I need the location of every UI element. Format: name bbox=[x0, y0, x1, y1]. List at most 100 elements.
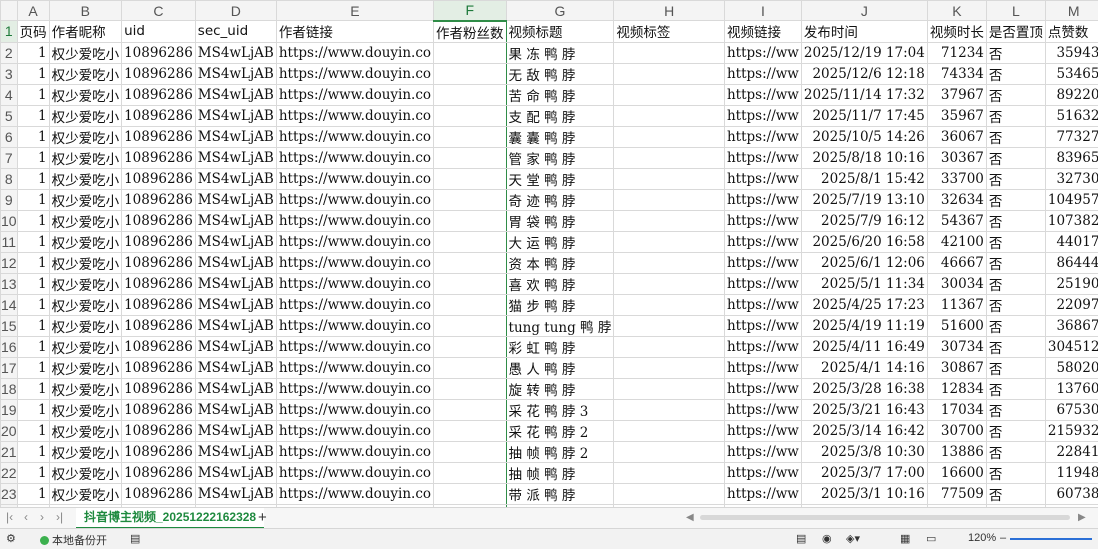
pinned-cell[interactable]: 否 bbox=[986, 42, 1045, 63]
row-header[interactable]: 21 bbox=[1, 441, 18, 462]
nickname-cell[interactable]: 权少爱吃小 bbox=[49, 399, 122, 420]
author-link-cell[interactable]: https://www.douyin.co bbox=[276, 252, 433, 273]
sheet-table[interactable]: ABCDEFGHIJKLMNOPQ 1页码作者昵称uidsec_uid作者链接作… bbox=[0, 0, 1098, 507]
nickname-cell[interactable]: 权少爱吃小 bbox=[49, 441, 122, 462]
pinned-cell[interactable]: 否 bbox=[986, 357, 1045, 378]
video-link-cell[interactable]: https://ww bbox=[724, 441, 801, 462]
duration-cell[interactable]: 30867 bbox=[927, 357, 986, 378]
tags-cell[interactable] bbox=[614, 336, 725, 357]
time-cell[interactable]: 2025/3/8 10:30 bbox=[801, 441, 927, 462]
title-cell[interactable]: 无 敌 鸭 脖 bbox=[506, 63, 614, 84]
fans-cell[interactable] bbox=[434, 147, 507, 168]
time-cell[interactable]: 2025/5/1 11:34 bbox=[801, 273, 927, 294]
page-cell[interactable]: 1 bbox=[17, 105, 49, 126]
author-link-cell[interactable]: https://www.douyin.co bbox=[276, 420, 433, 441]
title-cell[interactable]: 胃 袋 鸭 脖 bbox=[506, 210, 614, 231]
zoom-slider[interactable] bbox=[1010, 538, 1092, 540]
pinned-cell[interactable]: 否 bbox=[986, 147, 1045, 168]
page-cell[interactable]: 1 bbox=[17, 483, 49, 504]
likes-cell[interactable]: 83965 bbox=[1045, 147, 1098, 168]
add-sheet-button[interactable]: + bbox=[258, 509, 267, 526]
author-link-cell[interactable]: https://www.douyin.co bbox=[276, 126, 433, 147]
column-header-f[interactable]: F bbox=[434, 1, 507, 21]
uid-cell[interactable]: 10896286 bbox=[122, 189, 196, 210]
tags-cell[interactable] bbox=[614, 315, 725, 336]
duration-cell[interactable]: 71234 bbox=[927, 42, 986, 63]
fans-cell[interactable] bbox=[434, 336, 507, 357]
time-cell[interactable]: 2025/10/5 14:26 bbox=[801, 126, 927, 147]
author-link-cell[interactable]: https://www.douyin.co bbox=[276, 378, 433, 399]
title-cell[interactable]: 管 家 鸭 脖 bbox=[506, 147, 614, 168]
uid-cell[interactable]: 10896286 bbox=[122, 84, 196, 105]
page-cell[interactable]: 1 bbox=[17, 189, 49, 210]
fans-cell[interactable] bbox=[434, 231, 507, 252]
normal-view-icon[interactable]: ▦ bbox=[900, 532, 910, 545]
pinned-cell[interactable]: 否 bbox=[986, 252, 1045, 273]
tags-cell[interactable] bbox=[614, 273, 725, 294]
tags-cell[interactable] bbox=[614, 357, 725, 378]
video-link-cell[interactable]: https://ww bbox=[724, 84, 801, 105]
time-cell[interactable]: 2025/11/7 17:45 bbox=[801, 105, 927, 126]
nickname-cell[interactable]: 权少爱吃小 bbox=[49, 252, 122, 273]
page-cell[interactable]: 1 bbox=[17, 126, 49, 147]
sec-uid-cell[interactable]: MS4wLjAB bbox=[195, 483, 276, 504]
nickname-cell[interactable]: 权少爱吃小 bbox=[49, 378, 122, 399]
sec-uid-cell[interactable]: MS4wLjAB bbox=[195, 42, 276, 63]
pinned-cell[interactable]: 否 bbox=[986, 63, 1045, 84]
row-header[interactable]: 8 bbox=[1, 168, 18, 189]
video-link-cell[interactable]: https://ww bbox=[724, 210, 801, 231]
nickname-cell[interactable]: 权少爱吃小 bbox=[49, 42, 122, 63]
tags-cell[interactable] bbox=[614, 441, 725, 462]
pinned-cell[interactable]: 否 bbox=[986, 315, 1045, 336]
page-cell[interactable]: 1 bbox=[17, 315, 49, 336]
uid-cell[interactable]: 10896286 bbox=[122, 357, 196, 378]
fans-cell[interactable] bbox=[434, 42, 507, 63]
tags-cell[interactable] bbox=[614, 42, 725, 63]
page-cell[interactable]: 1 bbox=[17, 84, 49, 105]
sec-uid-cell[interactable]: MS4wLjAB bbox=[195, 399, 276, 420]
sec-uid-cell[interactable]: MS4wLjAB bbox=[195, 63, 276, 84]
row-header[interactable]: 15 bbox=[1, 315, 18, 336]
sheet-settings-icon[interactable]: ⚙ bbox=[6, 532, 16, 545]
horizontal-scrollbar[interactable] bbox=[700, 515, 1070, 520]
time-cell[interactable]: 2025/8/1 15:42 bbox=[801, 168, 927, 189]
last-sheet-icon[interactable]: ›| bbox=[56, 510, 63, 524]
duration-cell[interactable]: 17034 bbox=[927, 399, 986, 420]
next-sheet-icon[interactable]: › bbox=[40, 510, 44, 524]
author-link-cell[interactable]: https://www.douyin.co bbox=[276, 399, 433, 420]
video-link-cell[interactable]: https://ww bbox=[724, 462, 801, 483]
tags-cell[interactable] bbox=[614, 252, 725, 273]
duration-cell[interactable]: 35967 bbox=[927, 105, 986, 126]
video-link-cell[interactable]: https://ww bbox=[724, 336, 801, 357]
nickname-cell[interactable]: 权少爱吃小 bbox=[49, 357, 122, 378]
uid-cell[interactable]: 10896286 bbox=[122, 168, 196, 189]
tags-cell[interactable] bbox=[614, 399, 725, 420]
pinned-cell[interactable]: 否 bbox=[986, 84, 1045, 105]
pinned-cell[interactable]: 否 bbox=[986, 168, 1045, 189]
column-header-c[interactable]: C bbox=[122, 1, 196, 21]
likes-cell[interactable]: 35943 bbox=[1045, 42, 1098, 63]
nickname-cell[interactable]: 权少爱吃小 bbox=[49, 168, 122, 189]
header-cell[interactable]: uid bbox=[122, 21, 196, 43]
nickname-cell[interactable]: 权少爱吃小 bbox=[49, 315, 122, 336]
time-cell[interactable]: 2025/8/18 10:16 bbox=[801, 147, 927, 168]
scroll-left-icon[interactable]: ◀ bbox=[686, 512, 694, 523]
tags-cell[interactable] bbox=[614, 105, 725, 126]
page-cell[interactable]: 1 bbox=[17, 252, 49, 273]
uid-cell[interactable]: 10896286 bbox=[122, 273, 196, 294]
sec-uid-cell[interactable]: MS4wLjAB bbox=[195, 294, 276, 315]
tags-cell[interactable] bbox=[614, 84, 725, 105]
pinned-cell[interactable]: 否 bbox=[986, 273, 1045, 294]
fans-cell[interactable] bbox=[434, 420, 507, 441]
video-link-cell[interactable]: https://ww bbox=[724, 420, 801, 441]
title-cell[interactable]: 愚 人 鸭 脖 bbox=[506, 357, 614, 378]
title-cell[interactable]: 彩 虹 鸭 脖 bbox=[506, 336, 614, 357]
row-header[interactable]: 12 bbox=[1, 252, 18, 273]
row-header[interactable]: 20 bbox=[1, 420, 18, 441]
author-link-cell[interactable]: https://www.douyin.co bbox=[276, 315, 433, 336]
nickname-cell[interactable]: 权少爱吃小 bbox=[49, 336, 122, 357]
row-header[interactable]: 23 bbox=[1, 483, 18, 504]
page-cell[interactable]: 1 bbox=[17, 378, 49, 399]
sec-uid-cell[interactable]: MS4wLjAB bbox=[195, 231, 276, 252]
duration-cell[interactable]: 13886 bbox=[927, 441, 986, 462]
